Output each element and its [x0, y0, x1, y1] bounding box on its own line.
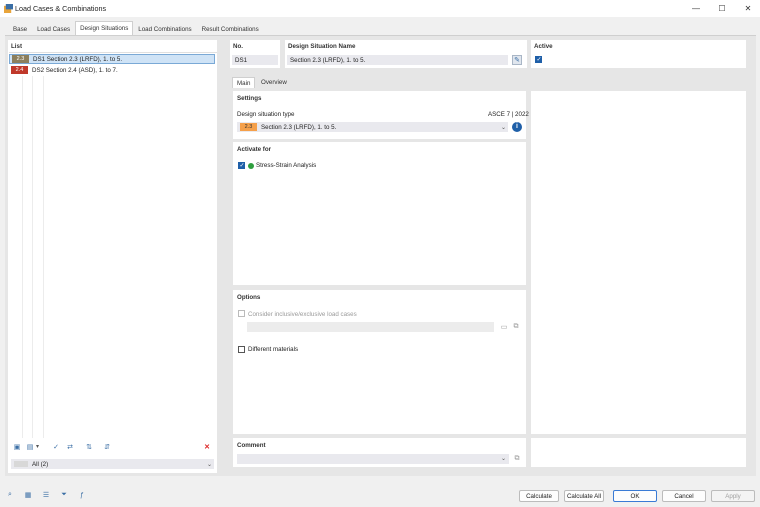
settings-header: Settings	[237, 95, 262, 102]
options-section: Options Consider inclusive/exclusive loa…	[233, 290, 526, 434]
comment-header: Comment	[237, 442, 266, 449]
preview-panel	[531, 91, 746, 434]
chevron-down-icon[interactable]: ▾	[36, 443, 39, 450]
cancel-button[interactable]: Cancel	[662, 490, 706, 502]
different-materials-label: Different materials	[248, 346, 299, 353]
standard-label: ASCE 7 | 2022	[488, 111, 529, 118]
renumber-icon[interactable]: ⇅	[84, 442, 94, 452]
formula-icon[interactable]: ƒ	[77, 490, 87, 500]
comment-library-icon[interactable]: ⧉	[512, 454, 522, 464]
maximize-button[interactable]: ☐	[708, 0, 736, 17]
stress-strain-checkbox[interactable]	[238, 162, 245, 169]
chevron-down-icon: ⌄	[501, 456, 507, 462]
app-icon	[4, 4, 13, 13]
name-section: Design Situation Name Section 2.3 (LRFD)…	[285, 40, 527, 68]
type-badge: 2.3	[240, 123, 257, 131]
name-field[interactable]: Section 2.3 (LRFD), 1. to 5.	[287, 55, 508, 65]
sort-icon[interactable]: ⇵	[102, 442, 112, 452]
close-button[interactable]: ✕	[734, 0, 760, 17]
table-icon[interactable]: ▦	[23, 490, 33, 500]
main-tabs: Base Load Cases Design Situations Load C…	[0, 21, 760, 35]
delete-icon[interactable]: ✕	[202, 442, 212, 452]
options-header: Options	[237, 294, 261, 301]
comment-side-panel	[531, 438, 746, 467]
inclusive-checkbox[interactable]	[238, 310, 245, 317]
tab-main[interactable]: Main	[232, 77, 256, 88]
search-icon[interactable]: ⌕	[5, 490, 15, 500]
no-label: No.	[233, 43, 243, 50]
name-value: Section 2.3 (LRFD), 1. to 5.	[290, 56, 366, 64]
list-header: List	[11, 43, 23, 50]
inclusive-field[interactable]	[247, 322, 494, 332]
no-field[interactable]: DS1	[232, 55, 278, 65]
list-item-id: DS2	[32, 66, 45, 74]
list-item-badge: 2.4	[11, 66, 28, 74]
activate-header: Activate for	[237, 146, 272, 153]
name-label: Design Situation Name	[288, 43, 356, 50]
comment-field[interactable]	[237, 454, 509, 464]
list-icon[interactable]: ☰	[41, 490, 51, 500]
ok-button[interactable]: OK	[613, 490, 657, 502]
stress-strain-label: Stress-Strain Analysis	[256, 162, 317, 169]
new-window-icon[interactable]: ⧉	[511, 322, 521, 332]
calculate-all-button[interactable]: Calculate All	[564, 490, 604, 502]
new-icon[interactable]: ▣	[12, 442, 22, 452]
list-item-id: DS1	[33, 55, 46, 63]
chevron-down-icon: ⌄	[207, 462, 213, 468]
minimize-button[interactable]: —	[682, 0, 710, 17]
list-item-name: Section 2.4 (ASD), 1. to 7.	[45, 66, 118, 74]
apply-button[interactable]: Apply	[711, 490, 755, 502]
tab-overview[interactable]: Overview	[256, 77, 292, 88]
uncheck-icon[interactable]: ⇄	[65, 442, 75, 452]
folder-icon[interactable]: ▭	[499, 322, 509, 332]
window-title: Load Cases & Combinations	[15, 4, 107, 13]
copy-icon[interactable]: ▤	[25, 442, 35, 452]
tab-result-combinations[interactable]: Result Combinations	[197, 22, 264, 35]
no-value: DS1	[235, 56, 248, 64]
list-panel: List 2.3 DS1 Section 2.3 (LRFD), 1. to 5…	[8, 40, 217, 473]
tab-load-combinations[interactable]: Load Combinations	[133, 22, 196, 35]
active-checkbox[interactable]	[535, 56, 542, 63]
design-situation-type-label: Design situation type	[237, 111, 295, 118]
type-value: Section 2.3 (LRFD), 1. to 5.	[261, 123, 337, 131]
no-section: No. DS1	[230, 40, 280, 68]
active-label: Active	[534, 43, 553, 50]
filter-value: All (2)	[32, 460, 49, 468]
settings-section: Settings Design situation type ASCE 7 | …	[233, 91, 529, 139]
info-icon[interactable]: i	[512, 122, 522, 132]
tab-design-situations[interactable]: Design Situations	[75, 21, 134, 35]
list-item-badge: 2.3	[12, 55, 29, 63]
filter-icon[interactable]: ⏷	[59, 490, 69, 500]
tab-base[interactable]: Base	[8, 22, 32, 35]
chevron-down-icon: ⌄	[501, 125, 507, 131]
list-item[interactable]: 2.3 DS1 Section 2.3 (LRFD), 1. to 5.	[9, 54, 215, 64]
check-all-icon[interactable]: ✓	[51, 442, 61, 452]
different-materials-checkbox[interactable]	[238, 346, 245, 353]
calculate-button[interactable]: Calculate	[519, 490, 559, 502]
design-situation-type-select[interactable]: 2.3 Section 2.3 (LRFD), 1. to 5.	[237, 122, 508, 132]
analysis-dot-icon	[248, 163, 254, 169]
list-filter[interactable]: All (2)	[11, 459, 214, 469]
title-bar: Load Cases & Combinations — ☐ ✕	[0, 0, 760, 17]
active-section: Active	[531, 40, 746, 68]
edit-icon[interactable]: ✎	[512, 55, 522, 65]
tab-load-cases[interactable]: Load Cases	[32, 22, 75, 35]
activate-section: Activate for Stress-Strain Analysis	[233, 142, 526, 285]
inclusive-label: Consider inclusive/exclusive load cases	[248, 311, 357, 318]
list-item-name: Section 2.3 (LRFD), 1. to 5.	[46, 55, 123, 63]
list-item[interactable]: 2.4 DS2 Section 2.4 (ASD), 1. to 7.	[9, 65, 215, 75]
comment-section: Comment ⌄ ⧉	[233, 438, 526, 467]
